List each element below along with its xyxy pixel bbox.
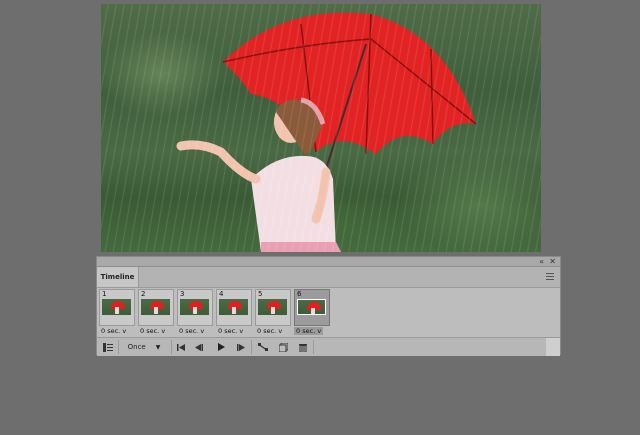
frame-number: 2 [141,290,146,298]
frame-delay-value: 0 sec. [140,327,160,335]
frame-number: 1 [102,290,107,298]
first-frame-icon[interactable] [173,338,189,356]
chevron-down-icon: ▼ [155,343,161,351]
frame-thumbnail-image [297,299,326,315]
frame-thumbnail-image [219,299,248,315]
frame-delay-select[interactable]: 0 sec. v [294,327,324,335]
frame-delay-value: 0 sec. [296,327,316,335]
animation-frame[interactable]: 6 0 sec. v [294,289,330,337]
frame-delay-value: 0 sec. [179,327,199,335]
loop-options-select[interactable]: Once ▼ [119,338,169,356]
loop-options-value: Once [127,343,146,351]
panel-header-bar: « ✕ [97,257,560,267]
frame-delay-select[interactable]: 0 sec. v [257,327,282,335]
chevron-down-icon: v [239,327,244,335]
chevron-down-icon: v [317,327,322,335]
close-panel-icon[interactable]: ✕ [549,257,556,266]
animation-frame[interactable]: 2 0 sec. v [138,289,174,337]
canvas-image [101,4,541,252]
frame-thumbnail-image [180,299,209,315]
frame-number: 5 [258,290,263,298]
frame-delay-select[interactable]: 0 sec. v [140,327,165,335]
play-icon[interactable] [213,338,229,356]
timeline-panel: « ✕ Timeline 1 0 sec. v 2 0 sec. v 3 0 sec. v… [96,256,561,356]
chevron-down-icon: v [161,327,166,335]
timeline-toolbar: Once ▼ [97,337,560,356]
panel-resize-area[interactable] [546,338,560,356]
frame-delay-select[interactable]: 0 sec. v [218,327,243,335]
frame-number: 6 [297,290,302,298]
tween-icon[interactable] [255,338,271,356]
animation-frame[interactable]: 1 0 sec. v [99,289,135,337]
tab-timeline[interactable]: Timeline [97,267,139,287]
frame-number: 3 [180,290,185,298]
chevron-down-icon: v [122,327,127,335]
frame-thumbnail-image [258,299,287,315]
rain-overlay [101,4,541,252]
animation-frame[interactable]: 5 0 sec. v [255,289,291,337]
frame-thumbnail-image [102,299,131,315]
frame-delay-value: 0 sec. [257,327,277,335]
animation-frame[interactable]: 3 0 sec. v [177,289,213,337]
frame-delay-select[interactable]: 0 sec. v [101,327,126,335]
frame-thumbnail-image [141,299,170,315]
collapse-panel-icon[interactable]: « [539,257,544,266]
next-frame-icon[interactable] [233,338,249,356]
delete-frame-icon[interactable] [295,338,311,356]
convert-to-video-timeline-icon[interactable] [99,338,117,356]
frame-number: 4 [219,290,224,298]
chevron-down-icon: v [200,327,205,335]
duplicate-frame-icon[interactable] [275,338,291,356]
frame-strip: 1 0 sec. v 2 0 sec. v 3 0 sec. v 4 0 sec. v 5 0 s… [99,289,559,337]
panel-menu-icon[interactable] [546,273,554,280]
chevron-down-icon: v [278,327,283,335]
panel-tab-row: Timeline [97,267,560,288]
frame-delay-value: 0 sec. [101,327,121,335]
previous-frame-icon[interactable] [191,338,207,356]
frame-delay-value: 0 sec. [218,327,238,335]
animation-frame[interactable]: 4 0 sec. v [216,289,252,337]
frame-delay-select[interactable]: 0 sec. v [179,327,204,335]
